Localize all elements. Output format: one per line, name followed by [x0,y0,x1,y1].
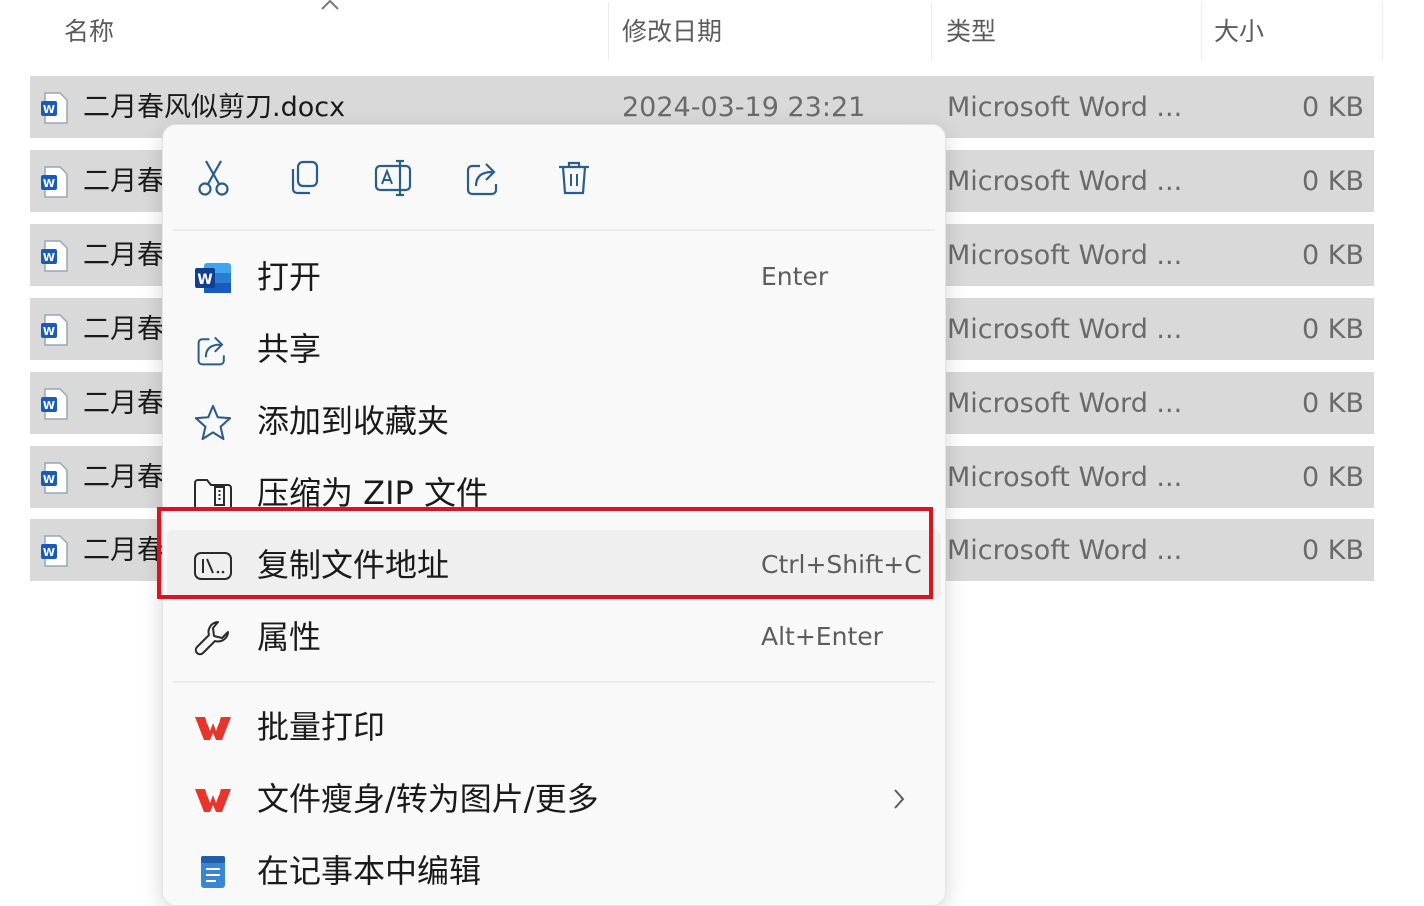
column-modified[interactable]: 修改日期 [622,0,722,62]
column-name[interactable]: 名称 [64,0,114,62]
word-file-icon: W [41,535,68,567]
word-file-icon: W [41,314,68,346]
svg-text:W: W [43,103,55,116]
sort-ascending-icon [321,0,339,10]
file-name: 二月春 [83,462,164,493]
copy-icon [291,160,319,195]
shortcut-text: Enter [761,262,829,291]
path-icon [193,547,233,585]
share-icon [466,163,498,196]
file-size: 0 KB [1302,388,1364,419]
file-type: Microsoft Word ... [947,240,1183,271]
rename-button[interactable] [367,153,421,203]
word-file-icon: W [41,462,68,494]
file-size: 0 KB [1302,92,1364,123]
word-file-icon: W [41,240,68,272]
file-type: Microsoft Word ... [947,388,1183,419]
scissors-icon [198,160,229,196]
menu-item-edit-notepad[interactable]: 在记事本中编辑 [167,836,941,906]
svg-text:W: W [43,325,55,338]
menu-item-label: 属性 [257,618,322,656]
svg-text:W: W [43,473,55,486]
column-type[interactable]: 类型 [946,0,996,62]
menu-item-label: 添加到收藏夹 [257,402,450,440]
shortcut-text: Alt+Enter [761,622,883,651]
zip-folder-icon [193,475,233,513]
file-type: Microsoft Word ... [947,314,1183,345]
menu-item-label: 共享 [257,330,322,368]
file-type: Microsoft Word ... [947,462,1183,493]
file-name: 二月春 [83,166,164,197]
menu-item-compress-zip[interactable]: 压缩为 ZIP 文件 [167,458,941,528]
menu-separator [173,229,935,231]
notepad-icon [193,853,233,891]
word-file-icon: W [41,388,68,420]
svg-text:W: W [43,399,55,412]
file-size: 0 KB [1302,166,1364,197]
file-size: 0 KB [1302,535,1364,566]
column-divider[interactable] [1201,2,1202,60]
column-divider[interactable] [931,2,932,60]
chevron-right-icon [894,789,905,809]
menu-separator [173,681,935,683]
word-file-icon: W [41,166,68,198]
menu-item-properties[interactable]: 属性 Alt+Enter [167,602,941,672]
menu-item-label: 打开 [257,258,322,296]
file-name: 二月春 [83,388,164,419]
quick-action-bar [163,125,945,229]
menu-item-open[interactable]: W 打开 Enter [167,242,941,312]
menu-item-label: 批量打印 [257,708,386,746]
menu-item-share[interactable]: 共享 [167,314,941,384]
column-divider[interactable] [608,2,609,60]
file-type: Microsoft Word ... [947,92,1183,123]
column-divider[interactable] [1382,2,1383,60]
share-icon [193,331,233,369]
menu-item-label: 文件瘦身/转为图片/更多 [257,780,599,818]
wps-icon [193,781,233,819]
svg-text:W: W [43,177,55,190]
menu-item-label: 压缩为 ZIP 文件 [257,474,489,512]
context-menu: W 打开 Enter 共享 添加到收藏夹 压缩为 ZIP 文件 复制文件地址 C… [162,124,946,906]
svg-text:W: W [197,272,212,288]
menu-item-copy-path[interactable]: 复制文件地址 Ctrl+Shift+C [167,530,941,600]
column-size[interactable]: 大小 [1214,0,1264,62]
wrench-icon [193,619,233,657]
file-type: Microsoft Word ... [947,166,1183,197]
menu-item-add-favorites[interactable]: 添加到收藏夹 [167,386,941,456]
column-header: 名称 修改日期 类型 大小 [0,0,1424,66]
star-icon [193,403,233,441]
file-name: 二月春 [83,240,164,271]
menu-item-wps-more[interactable]: 文件瘦身/转为图片/更多 [167,764,941,834]
delete-button[interactable] [547,153,601,203]
file-size: 0 KB [1302,240,1364,271]
trash-icon [559,161,589,195]
svg-text:W: W [43,251,55,264]
wps-icon [193,709,233,747]
shortcut-text: Ctrl+Shift+C [761,550,922,579]
word-icon: W [193,259,233,297]
menu-item-label: 复制文件地址 [257,546,450,584]
file-type: Microsoft Word ... [947,535,1183,566]
rename-icon [374,159,412,197]
copy-button[interactable] [277,153,331,203]
menu-item-batch-print[interactable]: 批量打印 [167,692,941,762]
svg-text:W: W [43,546,55,559]
word-file-icon: W [41,92,68,124]
share-button[interactable] [457,153,511,203]
menu-item-label: 在记事本中编辑 [257,852,482,890]
file-size: 0 KB [1302,314,1364,345]
file-name: 二月春 [83,535,164,566]
file-size: 0 KB [1302,462,1364,493]
cut-button[interactable] [187,153,241,203]
file-name: 二月春 [83,314,164,345]
